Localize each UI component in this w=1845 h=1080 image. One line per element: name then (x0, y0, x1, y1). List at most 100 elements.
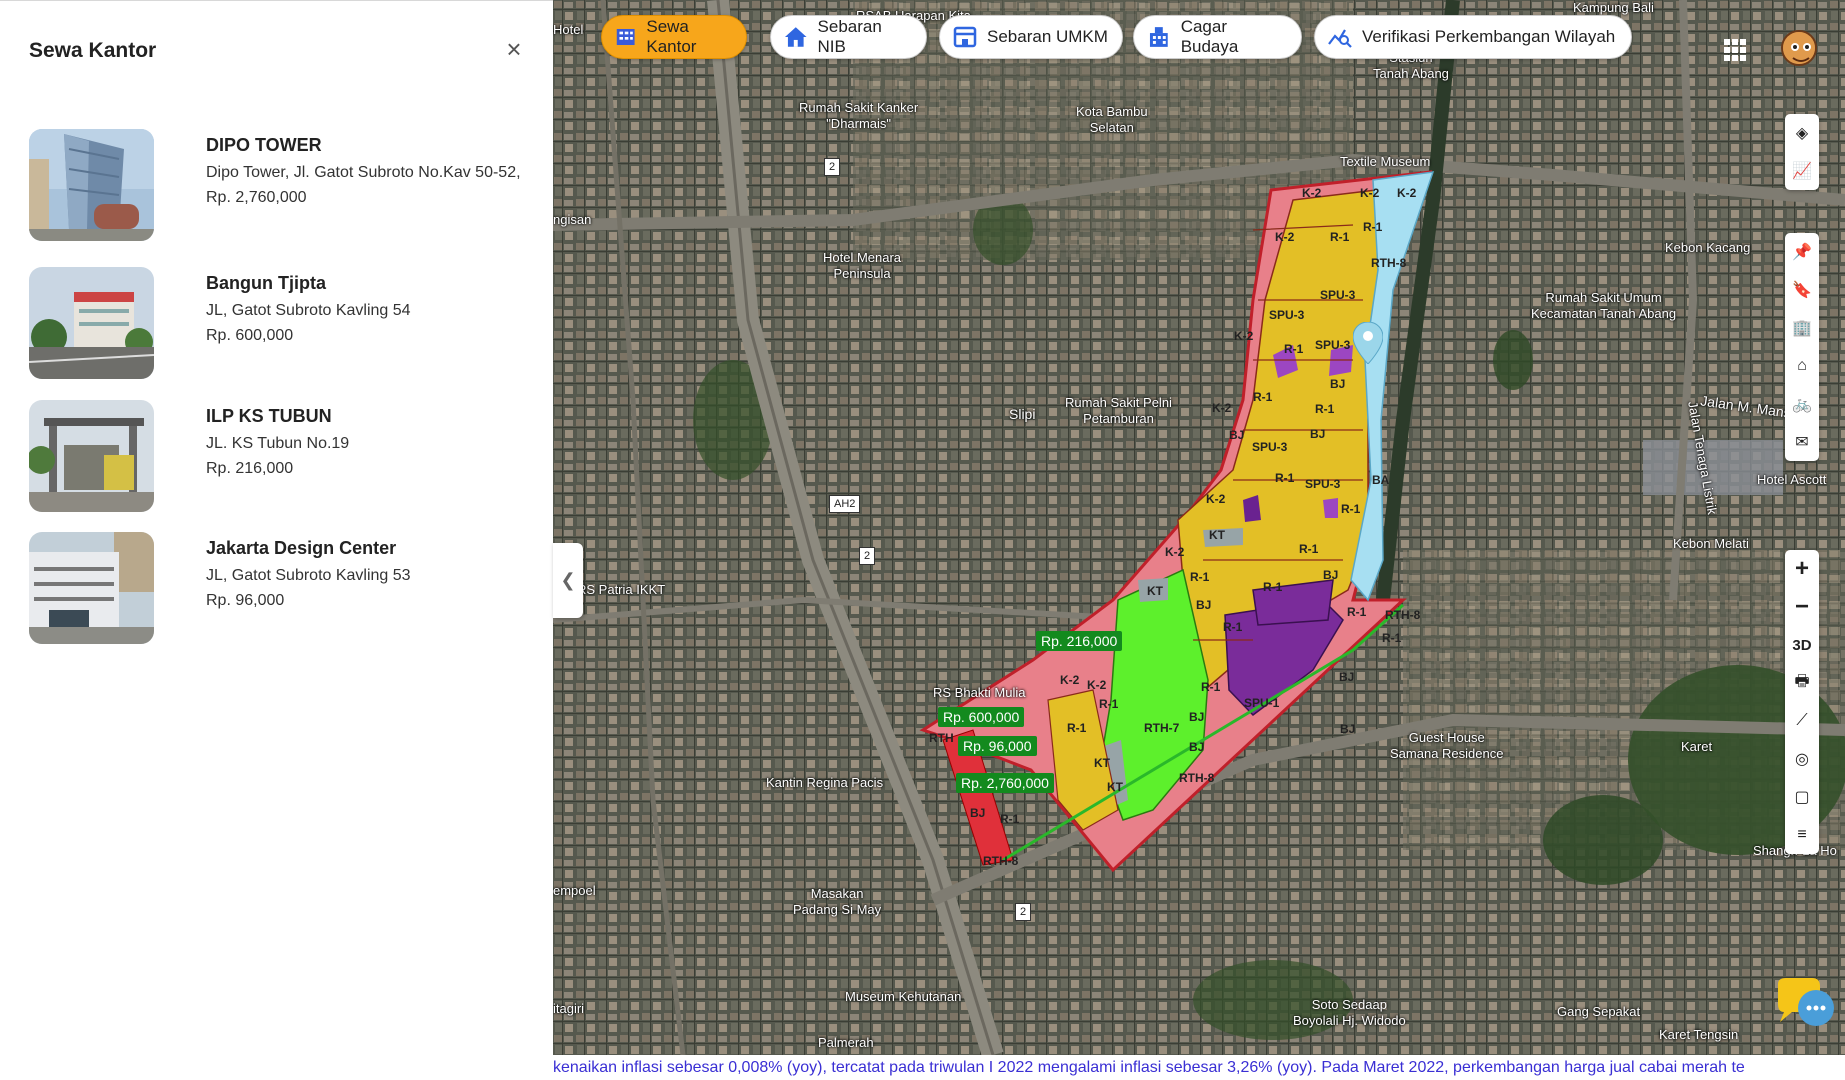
zone-label: K-2 (1302, 186, 1322, 200)
listing-address: Dipo Tower, Jl. Gatot Subroto No.Kav 50-… (206, 164, 521, 181)
listing-price: Rp. 96,000 (206, 592, 285, 609)
pill-label: Sebaran UMKM (987, 27, 1108, 46)
zone-label: SPU-1 (1244, 696, 1280, 710)
map-label: Karet (1681, 739, 1713, 754)
pill-sebaran-nib[interactable]: Sebaran NIB (770, 15, 927, 59)
listing-price: Rp. 2,760,000 (206, 189, 307, 206)
zone-label: KT (1107, 780, 1123, 794)
map-label: Kebon Kacang (1665, 240, 1751, 255)
chart-line-icon[interactable]: 📈 (1785, 152, 1819, 190)
pin-icon[interactable]: 📌 (1785, 233, 1819, 271)
draw-polygon-icon[interactable]: ▢ (1785, 778, 1819, 816)
zone-label: R-1 (1201, 680, 1221, 694)
zone-label: R-1 (1299, 542, 1319, 556)
stack-icon[interactable]: ≡ (1785, 816, 1819, 854)
listing-name: Jakarta Design Center (206, 538, 397, 558)
zoom-out-button[interactable]: − (1785, 588, 1819, 626)
price-tag-marker[interactable]: Rp. 2,760,000 (956, 773, 1054, 793)
close-icon[interactable]: × (500, 35, 528, 63)
heritage-building-icon (1149, 27, 1168, 47)
map-label: Hotel Ascott (1757, 472, 1827, 487)
listing-name: DIPO TOWER (206, 135, 322, 155)
map-label: Palmerah (818, 1035, 874, 1050)
zone-label: R-1 (1223, 620, 1243, 634)
map-label: Gang Sepakat (1557, 1004, 1641, 1019)
map-label: itagiri (553, 1001, 585, 1016)
pill-label: Cagar Budaya (1180, 17, 1239, 56)
map-label: Kantin Regina Pacis (766, 775, 884, 790)
map-label-soto: Soto Sedaap Boyolali Hj. Widodo (1293, 997, 1406, 1028)
zone-label: SPU-3 (1269, 308, 1305, 322)
home-icon (784, 27, 807, 47)
map-tool-group-2: 📌 🔖 🏢 ⌂ 🚲 ✉ (1785, 233, 1819, 461)
pill-sewa-kantor[interactable]: Sewa Kantor (601, 15, 747, 59)
print-icon[interactable]: 🖶 (1785, 664, 1819, 702)
bike-icon[interactable]: 🚲 (1785, 385, 1819, 423)
mail-icon[interactable]: ✉ (1785, 423, 1819, 461)
location-pin-icon[interactable] (1353, 322, 1383, 364)
analytics-search-icon (1328, 29, 1352, 48)
price-tag-marker[interactable]: Rp. 216,000 (1036, 631, 1123, 651)
price-tag-marker[interactable]: Rp. 96,000 (958, 736, 1037, 756)
zone-label: BJ (1330, 377, 1346, 391)
zone-label: RTH-8 (1371, 256, 1407, 270)
store-icon (953, 26, 977, 48)
bookmark-icon[interactable]: 🔖 (1785, 271, 1819, 309)
satellite-basemap (553, 0, 1845, 1055)
road-shield: 2 (859, 547, 876, 565)
zone-label: RTH-8 (1179, 771, 1215, 785)
sidebar-panel: Sewa Kantor × DIPO TOWER Dipo Tower, Jl.… (0, 0, 553, 1080)
listing-thumbnail (29, 400, 154, 512)
zone-label: BJ (1196, 598, 1212, 612)
measure-icon[interactable]: ⟋ (1785, 702, 1819, 740)
zoom-in-button[interactable]: + (1785, 550, 1819, 588)
collapse-sidebar-button[interactable]: ❮ (553, 543, 583, 618)
zone-label: R-1 (1330, 230, 1350, 244)
zone-label: KT (1147, 584, 1163, 598)
listing-name: ILP KS TUBUN (206, 406, 332, 426)
listing-thumbnail (29, 267, 154, 379)
zone-label: KT (1094, 756, 1110, 770)
zone-label: K-2 (1275, 230, 1295, 244)
home-outline-icon[interactable]: ⌂ (1785, 347, 1819, 385)
map-label-dharmais: Rumah Sakit Kanker "Dharmais" (799, 100, 919, 131)
map-label: Slipi (1009, 406, 1036, 422)
map-label-menara: Hotel Menara Peninsula (823, 250, 902, 281)
news-ticker: kenaikan inflasi sebesar 0,008% (yoy), t… (553, 1055, 1845, 1080)
listing-address: JL. KS Tubun No.19 (206, 435, 350, 452)
zone-label: RTH-8 (983, 854, 1019, 868)
3d-toggle-button[interactable]: 3D (1785, 626, 1819, 664)
listing-address: JL, Gatot Subroto Kavling 54 (206, 302, 411, 319)
map-label: RS Bhakti Mulia (933, 685, 1026, 700)
zone-label: R-1 (1099, 697, 1119, 711)
zone-label: R-1 (1347, 605, 1367, 619)
map-view[interactable]: RSAB Harapan Kita Hotel Rumah Sakit Kank… (553, 0, 1845, 1055)
locate-icon[interactable]: ◎ (1785, 740, 1819, 778)
map-label: empoel (553, 883, 596, 898)
zone-label: BJ (1323, 568, 1339, 582)
zone-label: R-1 (1190, 570, 1210, 584)
zone-label: R-1 (1000, 812, 1020, 826)
zone-label: R-1 (1284, 342, 1304, 356)
buildings-icon[interactable]: 🏢 (1785, 309, 1819, 347)
zone-label: KT (1209, 528, 1225, 542)
zone-label: R-1 (1363, 220, 1383, 234)
listing-name: Bangun Tjipta (206, 273, 326, 293)
pill-cagar-budaya[interactable]: Cagar Budaya (1133, 15, 1302, 59)
zone-label: R-1 (1275, 471, 1295, 485)
zone-label: BJ (1189, 710, 1205, 724)
road-shield: AH2 (829, 495, 861, 513)
zone-label: BA (1372, 473, 1390, 487)
listing-price: Rp. 600,000 (206, 327, 294, 344)
zone-label: BJ (970, 806, 986, 820)
pill-verifikasi[interactable]: Verifikasi Perkembangan Wilayah (1314, 15, 1632, 59)
price-tag-marker[interactable]: Rp. 600,000 (938, 707, 1025, 727)
listing-price: Rp. 216,000 (206, 460, 294, 477)
pill-sebaran-umkm[interactable]: Sebaran UMKM (939, 15, 1123, 59)
map-label: Kampung Bali (1573, 0, 1654, 15)
layers-icon[interactable]: ◈ (1785, 114, 1819, 152)
map-label: Kebon Melati (1673, 536, 1749, 551)
avatar[interactable] (1781, 30, 1817, 66)
chat-bubble-icon[interactable] (1772, 976, 1836, 1034)
apps-grid-icon[interactable] (1723, 38, 1747, 62)
